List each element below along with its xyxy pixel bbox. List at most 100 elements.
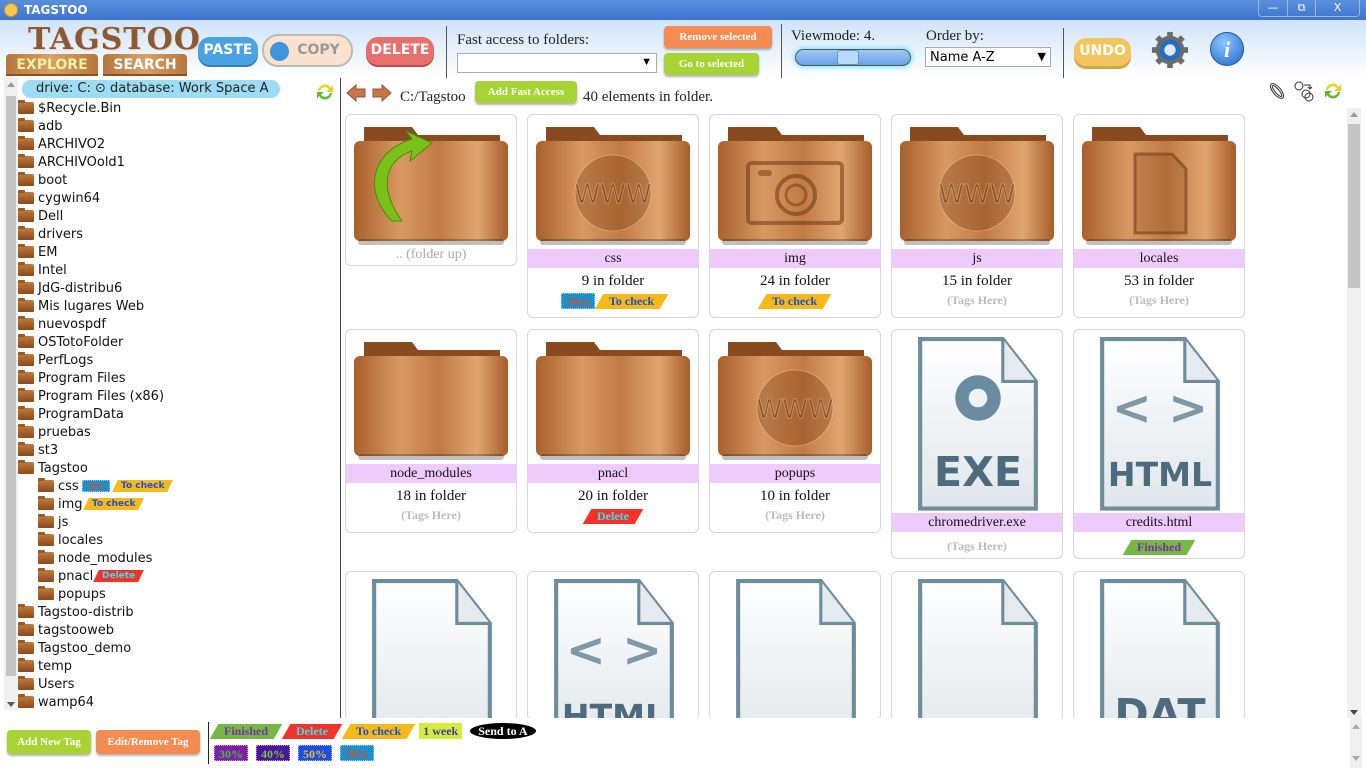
slider-thumb[interactable] — [837, 50, 860, 65]
grid-item[interactable]: node_modules 18 in folder (Tags Here) — [345, 329, 517, 533]
tree-item[interactable]: cygwin64 — [18, 189, 100, 207]
tree-item[interactable]: $Recycle.Bin — [18, 99, 121, 117]
grid-item[interactable] — [709, 571, 881, 718]
scroll-down-icon[interactable] — [1352, 756, 1360, 761]
grid-item[interactable]: WWW js 15 in folder (Tags Here) — [891, 114, 1063, 318]
tag-delete[interactable]: Delete — [582, 508, 644, 524]
tree-item[interactable]: js — [38, 513, 68, 531]
item-tags[interactable]: To check — [710, 293, 880, 309]
item-tags[interactable]: (Tags Here) — [892, 539, 1062, 554]
tree-item[interactable]: Dell — [18, 207, 63, 225]
fast-access-select[interactable]: ▼ — [457, 53, 657, 73]
tree-item[interactable]: OSTotoFolder — [18, 333, 123, 351]
tag-70-[interactable]: 70% — [81, 480, 110, 492]
restore-button[interactable]: ⧉ — [1287, 0, 1315, 16]
tag-to-check[interactable]: To check — [758, 293, 832, 309]
tree-item[interactable]: popups — [38, 585, 106, 603]
tag-to-check[interactable]: To check — [82, 498, 144, 510]
tag-delete[interactable]: Delete — [281, 723, 343, 739]
grid-item[interactable]: .. (folder up) — [345, 114, 517, 266]
grid-item[interactable]: locales 53 in folder (Tags Here) — [1073, 114, 1245, 318]
item-tags[interactable]: Delete — [528, 508, 698, 524]
tree-item[interactable]: Tagstoo — [18, 459, 88, 477]
grid-item[interactable] — [891, 571, 1063, 718]
panel-divider[interactable] — [340, 78, 341, 718]
tree-item[interactable]: Program Files — [18, 369, 126, 387]
tree-item[interactable]: ProgramData — [18, 405, 124, 423]
item-tags[interactable]: (Tags Here) — [710, 508, 880, 523]
paste-button[interactable]: PASTE — [198, 37, 258, 65]
tree-item[interactable]: locales — [38, 531, 103, 549]
tree-item[interactable]: Mis lugares Web — [18, 297, 144, 315]
delete-button[interactable]: DELETE — [366, 37, 434, 65]
tag-finished[interactable]: Finished — [209, 723, 283, 739]
scrollbar-thumb[interactable] — [1348, 124, 1360, 288]
info-icon[interactable]: i — [1210, 32, 1244, 66]
grid-item[interactable] — [345, 571, 517, 718]
tree-item[interactable]: st3 — [18, 441, 58, 459]
tree-item[interactable]: Tagstoo-distrib — [18, 603, 134, 621]
tree-item[interactable]: node_modules — [38, 549, 152, 567]
scroll-up-icon[interactable] — [1352, 724, 1360, 729]
tag-send-to-a[interactable]: Send to A — [470, 723, 536, 740]
tree-item[interactable]: JdG-distribu6 — [18, 279, 122, 297]
grid-item[interactable]: DAT — [1073, 571, 1245, 718]
item-tags[interactable]: (Tags Here) — [1074, 293, 1244, 308]
tree-item[interactable]: boot — [18, 171, 67, 189]
viewmode-slider[interactable] — [795, 49, 911, 66]
item-tags[interactable]: Finished — [1074, 539, 1244, 555]
forward-arrow-icon[interactable] — [371, 82, 393, 104]
tree-item[interactable]: Users — [18, 675, 74, 693]
tag-finished[interactable]: Finished — [1122, 539, 1196, 555]
tag-scrollbar[interactable] — [1350, 718, 1362, 768]
eraser-icon[interactable] — [1266, 80, 1288, 102]
tree-item[interactable]: temp — [18, 657, 72, 675]
go-to-selected-button[interactable]: Go to selected — [664, 53, 759, 75]
scroll-up-icon[interactable] — [7, 82, 15, 87]
remove-selected-button[interactable]: Remove selected — [664, 26, 772, 48]
tree-item[interactable]: Program Files (x86) — [18, 387, 164, 405]
tag-to-check[interactable]: To check — [341, 723, 416, 739]
tree-item[interactable]: nuevospdf — [18, 315, 106, 333]
tag-70-[interactable]: 70% — [561, 293, 596, 310]
grid-item[interactable]: < > HTML — [527, 571, 699, 718]
tree-item[interactable]: pnacl Delete — [38, 567, 145, 585]
grid-item[interactable]: < > HTML credits.html Finished — [1073, 329, 1245, 559]
gear-icon[interactable] — [1151, 31, 1189, 69]
tag-to-check[interactable]: To check — [595, 293, 669, 309]
tree-item[interactable]: ARCHIVOold1 — [18, 153, 125, 171]
tree-item[interactable]: PerfLogs — [18, 351, 93, 369]
tree-item[interactable]: css 70% To check — [38, 477, 173, 495]
tag-30-[interactable]: 30% — [214, 745, 248, 762]
tree-item[interactable]: ARCHIVO2 — [18, 135, 105, 153]
copy-toggle[interactable]: COPY — [262, 34, 353, 67]
tree-item[interactable]: drivers — [18, 225, 83, 243]
tag-50-[interactable]: 50% — [298, 745, 332, 762]
tag-70-[interactable]: 70% — [340, 745, 374, 762]
item-tags[interactable]: (Tags Here) — [892, 293, 1062, 308]
tree-item[interactable]: adb — [18, 117, 62, 135]
drive-database-label[interactable]: drive: C: ⊙ database: Work Space A — [22, 80, 280, 98]
item-tags[interactable]: 70% To check — [528, 293, 698, 310]
refresh-icon[interactable] — [1323, 81, 1343, 101]
item-tags[interactable]: (Tags Here) — [346, 508, 516, 523]
grid-item[interactable]: pnacl 20 in folder Delete — [527, 329, 699, 533]
back-arrow-icon[interactable] — [345, 82, 367, 104]
grid-item[interactable]: WWW css 9 in folder 70% To check — [527, 114, 699, 318]
close-button[interactable]: X — [1315, 0, 1359, 16]
tree-item[interactable]: pruebas — [18, 423, 91, 441]
scroll-down-icon[interactable] — [1350, 710, 1358, 715]
tab-search[interactable]: SEARCH — [103, 54, 187, 76]
tree-item[interactable]: img To check — [38, 495, 144, 513]
edit-remove-tag-button[interactable]: Edit/Remove Tag — [96, 730, 200, 754]
undo-button[interactable]: UNDO — [1074, 38, 1131, 66]
grid-scrollbar[interactable] — [1347, 108, 1361, 718]
grid-item[interactable]: EXE chromedriver.exe (Tags Here) — [891, 329, 1063, 559]
add-new-tag-button[interactable]: Add New Tag — [7, 730, 91, 754]
minimize-button[interactable]: — — [1259, 0, 1287, 16]
tree-item[interactable]: Tagstoo_demo — [18, 639, 131, 657]
add-fast-access-button[interactable]: Add Fast Access — [475, 81, 577, 103]
scroll-up-icon[interactable] — [1350, 112, 1358, 117]
tag-to-check[interactable]: To check — [111, 480, 173, 492]
tree-item[interactable]: tagstooweb — [18, 621, 114, 639]
